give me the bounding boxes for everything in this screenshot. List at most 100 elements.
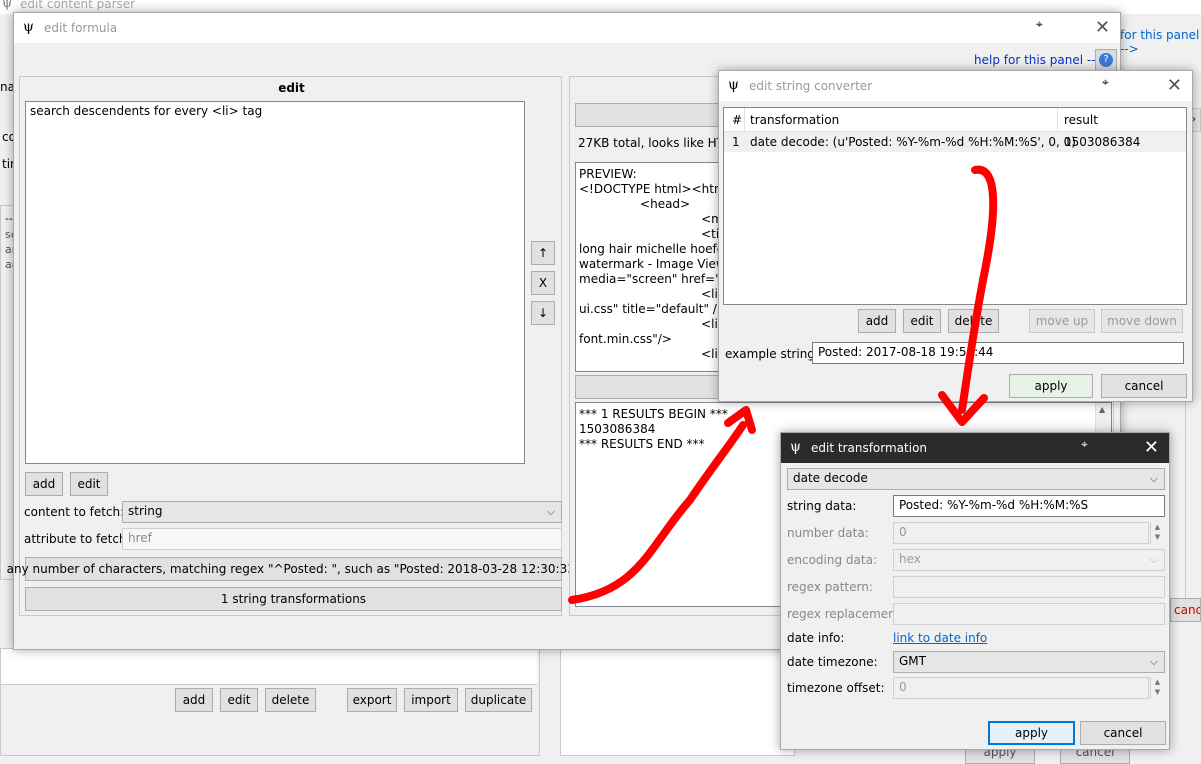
regex-replacement-input[interactable] (893, 603, 1165, 625)
header-divider (744, 108, 745, 132)
edit-transformation-title: edit transformation (811, 441, 928, 455)
cursor-icon: ⌖ (1081, 437, 1088, 451)
bg-right-cancel-button[interactable]: cance (1170, 598, 1201, 622)
rules-list[interactable]: search descendents for every <li> tag (25, 101, 525, 464)
bg-list-box[interactable] (1, 649, 537, 685)
transformation-type-select[interactable]: date decode ⌵ (787, 468, 1165, 490)
close-icon[interactable]: ✕ (1144, 437, 1159, 458)
move-up-button[interactable]: ↑ (531, 241, 555, 265)
bg-window-title: edit content parser (20, 0, 136, 11)
apply-button[interactable]: apply (1009, 374, 1093, 398)
number-data-label: number data: (787, 526, 869, 540)
app-logo-icon: ψ (2, 0, 13, 11)
encoding-data-value: hex (899, 552, 921, 566)
string-converter-titlebar: ψ edit string converter ⌖ ✕ (719, 71, 1192, 101)
regex-pattern-input[interactable] (893, 576, 1165, 598)
app-logo-icon: ψ (23, 19, 34, 35)
chevron-down-icon: ⌵ (1149, 655, 1158, 668)
edit-transformation-window: ψ edit transformation ⌖ ✕ date decode ⌵ … (780, 432, 1170, 750)
example-string-input[interactable]: Posted: 2017-08-18 19:59:44 (812, 342, 1184, 364)
regex-match-button[interactable]: any number of characters, matching regex… (7, 557, 580, 581)
preview-line: <link (579, 317, 725, 331)
column-header-result[interactable]: result (1064, 113, 1098, 127)
rule-item[interactable]: search descendents for every <li> tag (30, 104, 262, 118)
cancel-button[interactable]: cancel (1101, 374, 1187, 398)
number-data-stepper[interactable]: ▲ ▼ (1150, 522, 1164, 544)
string-converter-window: ψ edit string converter ⌖ ✕ # transforma… (718, 70, 1193, 402)
move-down-button[interactable]: ↓ (531, 301, 555, 325)
cursor-icon: ⌖ (1102, 75, 1109, 89)
close-icon[interactable]: ✕ (1095, 17, 1110, 38)
column-header-num[interactable]: # (732, 113, 742, 127)
preview-line: PREVIEW: (579, 167, 637, 181)
regex-pattern-label: regex pattern: (787, 580, 873, 594)
preview-box[interactable]: PREVIEW: <!DOCTYPE html><html> <head> <m… (575, 162, 725, 372)
row-result: 1503086384 (1064, 135, 1141, 149)
bg-help-link[interactable]: for this panel --> (1120, 28, 1201, 56)
edit-transformation-button[interactable]: edit (903, 309, 941, 333)
app-logo-icon: ψ (790, 439, 801, 455)
edit-formula-help-link[interactable]: help for this panel --> (974, 53, 1106, 67)
timezone-offset-input[interactable]: 0 (893, 677, 1149, 699)
bg-add-button[interactable]: add (175, 688, 213, 712)
date-timezone-value: GMT (899, 654, 926, 668)
help-button[interactable]: ? (1095, 49, 1117, 71)
preview-line: <head> (579, 197, 691, 211)
edit-panel: edit search descendents for every <li> t… (7, 76, 580, 616)
string-data-input[interactable]: Posted: %Y-%m-%d %H:%M:%S (893, 495, 1165, 517)
bg-import-button[interactable]: import (404, 688, 458, 712)
string-converter-title: edit string converter (749, 79, 873, 93)
table-header: # transformation result (724, 108, 1186, 132)
move-up-button[interactable]: move up (1029, 309, 1095, 333)
chevron-down-icon: ⌵ (1149, 553, 1158, 566)
move-down-button[interactable]: move down (1101, 309, 1183, 333)
total-size-text: 27KB total, looks like HTML (578, 136, 742, 150)
string-transformations-button[interactable]: 1 string transformations (25, 587, 562, 611)
apply-button[interactable]: apply (988, 721, 1075, 745)
preview-line: font.min.css"/> (579, 332, 672, 346)
attribute-to-fetch-label: attribute to fetch: (24, 532, 131, 546)
row-num: 1 (732, 135, 740, 149)
attribute-to-fetch-input[interactable]: href (122, 528, 562, 550)
date-timezone-select[interactable]: GMT ⌵ (893, 651, 1165, 673)
edit-panel-header: edit (278, 81, 305, 95)
close-icon[interactable]: ✕ (1167, 75, 1182, 96)
bg-export-button[interactable]: export (347, 688, 397, 712)
scroll-up-icon[interactable]: ▲ (1099, 405, 1105, 414)
remove-button[interactable]: X (531, 271, 555, 295)
preview-line: media="screen" href="resp (579, 272, 724, 286)
bg-duplicate-button[interactable]: duplicate (465, 688, 532, 712)
preview-line: <title (579, 227, 725, 241)
table-row[interactable]: 1 date decode: (u'Posted: %Y-%m-%d %H:%M… (724, 132, 1186, 152)
add-rule-button[interactable]: add (25, 472, 63, 496)
edit-formula-title: edit formula (44, 21, 118, 35)
column-header-transformation[interactable]: transformation (750, 113, 839, 127)
edit-rule-button[interactable]: edit (70, 472, 108, 496)
regex-replacement-label: regex replacement: (787, 607, 905, 621)
transformations-table[interactable]: # transformation result 1 date decode: (… (723, 107, 1187, 305)
date-info-label: date info: (787, 631, 845, 645)
test-parse-button[interactable] (575, 375, 725, 399)
encoding-data-select[interactable]: hex ⌵ (893, 549, 1165, 571)
date-timezone-label: date timezone: (787, 655, 878, 669)
encoding-data-label: encoding data: (787, 553, 877, 567)
preview-line: <met (579, 212, 725, 226)
delete-transformation-button[interactable]: delete (948, 309, 999, 333)
edit-transformation-titlebar: ψ edit transformation ⌖ ✕ (781, 433, 1169, 463)
preview-line: <link (579, 347, 725, 361)
add-transformation-button[interactable]: add (858, 309, 896, 333)
fetch-button[interactable] (575, 103, 725, 127)
header-divider (1057, 108, 1058, 132)
help-icon: ? (1099, 53, 1113, 67)
date-info-link[interactable]: link to date info (893, 631, 987, 645)
row-transformation: date decode: (u'Posted: %Y-%m-%d %H:%M:%… (750, 135, 1076, 149)
preview-line: <!DOCTYPE html><html> (579, 182, 725, 196)
bg-delete-button[interactable]: delete (265, 688, 316, 712)
bg-edit-button[interactable]: edit (220, 688, 258, 712)
cancel-button[interactable]: cancel (1080, 721, 1166, 745)
cursor-icon: ⌖ (1036, 17, 1043, 31)
chevron-down-icon: ⌵ (546, 505, 555, 518)
content-to-fetch-select[interactable]: string ⌵ (122, 501, 562, 523)
timezone-offset-stepper[interactable]: ▲ ▼ (1150, 677, 1164, 699)
number-data-input[interactable]: 0 (893, 522, 1149, 544)
